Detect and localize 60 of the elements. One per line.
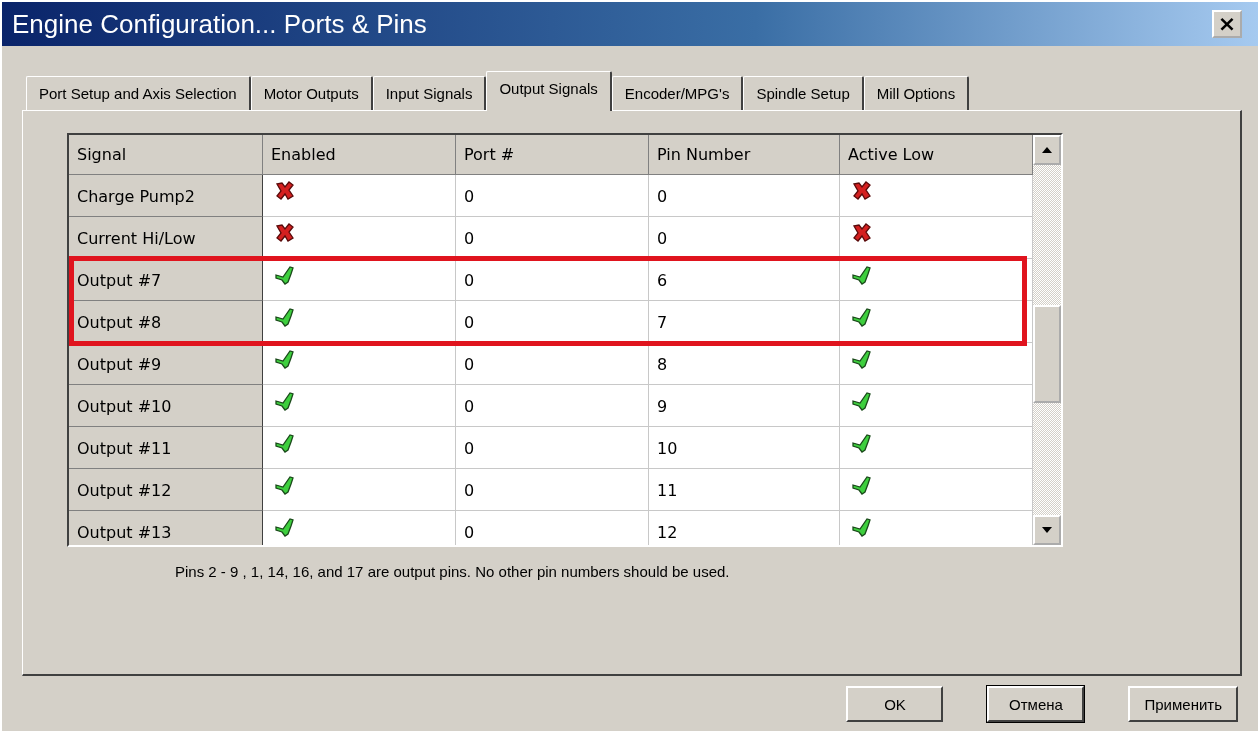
down-arrow-icon (1042, 527, 1052, 533)
scroll-down-button[interactable] (1033, 515, 1061, 545)
table-cell[interactable] (840, 175, 1033, 217)
table-cell[interactable] (263, 511, 456, 545)
table-cell[interactable]: 12 (649, 511, 840, 545)
table-cell[interactable] (840, 469, 1033, 511)
table-cell[interactable]: 0 (456, 217, 649, 259)
table-cell[interactable] (263, 175, 456, 217)
table-cell[interactable]: 11 (649, 469, 840, 511)
table-cell[interactable]: 0 (456, 259, 649, 301)
table-cell[interactable]: 8 (649, 343, 840, 385)
table-cell[interactable]: 0 (456, 427, 649, 469)
table-cell[interactable]: 10 (649, 427, 840, 469)
table-cell[interactable] (263, 343, 456, 385)
table-cell[interactable]: 0 (456, 385, 649, 427)
row-header: Output #10 (69, 385, 263, 427)
row-header: Output #9 (69, 343, 263, 385)
tab[interactable]: Input Signals (372, 76, 487, 110)
row-header: Charge Pump2 (69, 175, 263, 217)
table-cell[interactable] (840, 385, 1033, 427)
table-cell[interactable]: 0 (456, 511, 649, 545)
table-cell[interactable]: 6 (649, 259, 840, 301)
scroll-up-button[interactable] (1033, 135, 1061, 165)
tab[interactable]: Encoder/MPG's (611, 76, 744, 110)
table-cell[interactable]: 0 (456, 301, 649, 343)
table-cell[interactable]: 0 (649, 175, 840, 217)
table-cell[interactable] (840, 259, 1033, 301)
table-cell[interactable] (840, 217, 1033, 259)
tab[interactable]: Output Signals (486, 71, 612, 111)
row-header: Output #11 (69, 427, 263, 469)
pin-note: Pins 2 - 9 , 1, 14, 16, and 17 are output pins. No other pin numbers should be used. (175, 563, 731, 580)
table-cell[interactable] (840, 343, 1033, 385)
table-cell[interactable]: 0 (456, 343, 649, 385)
table-cell[interactable] (263, 217, 456, 259)
table-cell[interactable] (840, 301, 1033, 343)
tab[interactable]: Mill Options (863, 76, 970, 110)
dialog-button[interactable]: Отмена (987, 686, 1085, 722)
close-button[interactable]: × (1212, 10, 1242, 38)
dialog-button[interactable]: Применить (1128, 686, 1238, 722)
window-title: Engine Configuration... Ports & Pins (12, 8, 427, 40)
up-arrow-icon (1042, 147, 1052, 153)
tab[interactable]: Motor Outputs (250, 76, 373, 110)
table-cell[interactable] (263, 427, 456, 469)
table-cell[interactable]: 0 (649, 217, 840, 259)
dialog-button[interactable]: OK (846, 686, 944, 722)
table-cell[interactable] (263, 301, 456, 343)
row-header: Output #12 (69, 469, 263, 511)
table-cell[interactable]: 9 (649, 385, 840, 427)
table-cell[interactable] (263, 259, 456, 301)
table-cell[interactable]: 0 (456, 175, 649, 217)
table-cell[interactable]: 7 (649, 301, 840, 343)
table-cell[interactable] (263, 469, 456, 511)
tab[interactable]: Port Setup and Axis Selection (26, 76, 251, 110)
scrollbar[interactable] (1033, 135, 1061, 545)
table-cell[interactable] (840, 511, 1033, 545)
table-cell[interactable]: 0 (456, 469, 649, 511)
table-cell[interactable] (263, 385, 456, 427)
tab[interactable]: Spindle Setup (743, 76, 864, 110)
scroll-thumb[interactable] (1033, 305, 1061, 403)
table-cell[interactable] (840, 427, 1033, 469)
